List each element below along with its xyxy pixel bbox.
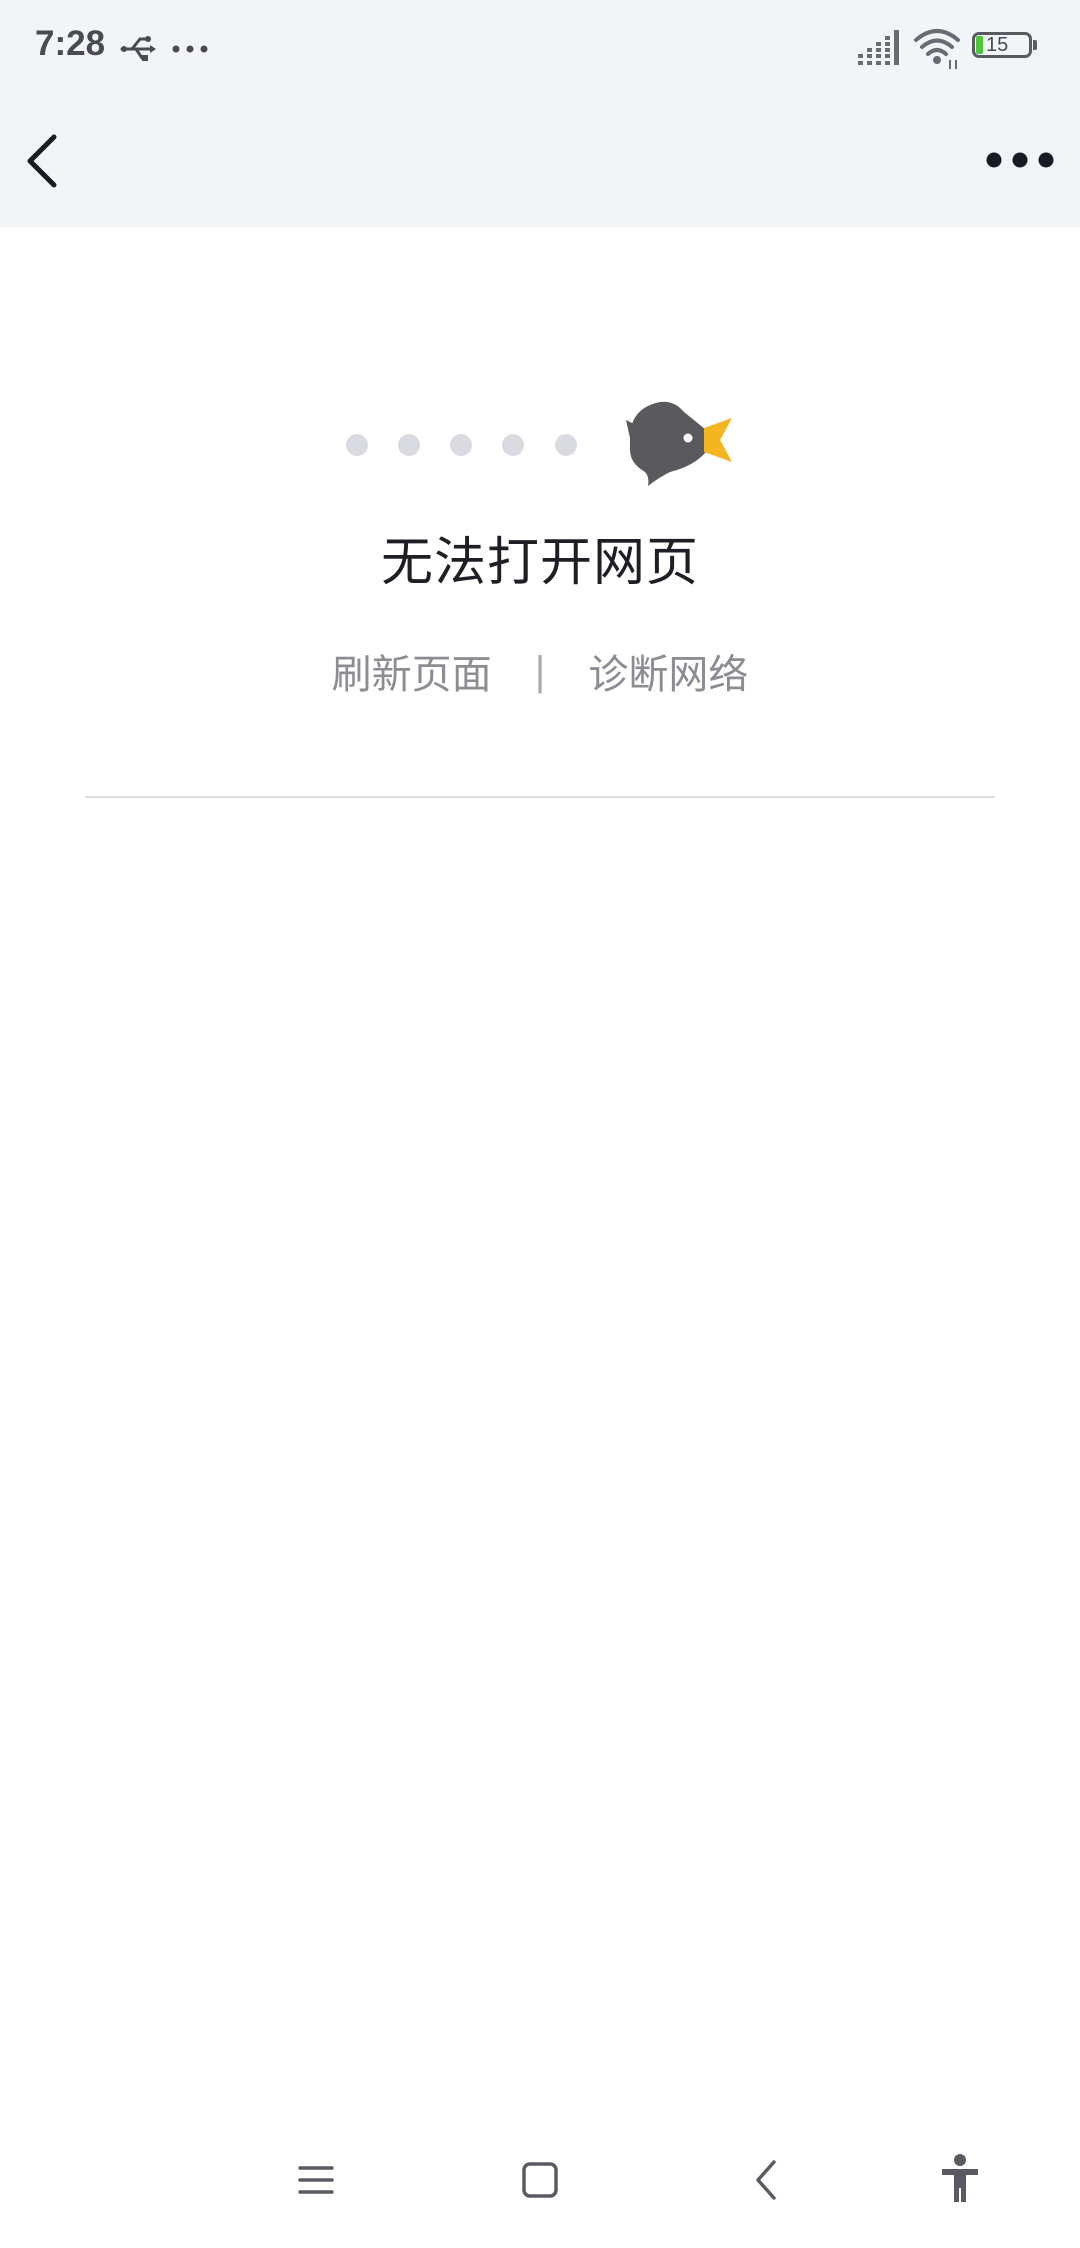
status-time: 7:28 (35, 24, 106, 63)
screen: 7:28 15 无法打开网页 刷新页面 | 诊断网络 (0, 0, 1080, 2248)
back-icon (756, 2160, 776, 2200)
system-back-button[interactable] (736, 2140, 796, 2220)
battery-level: 15 (986, 34, 1009, 56)
action-separator: | (533, 649, 547, 693)
more-status-icon (172, 45, 208, 53)
error-actions: 刷新页面 | 诊断网络 (0, 642, 1080, 702)
battery-icon: 15 (972, 32, 1038, 62)
error-title: 无法打开网页 (380, 533, 699, 593)
nav-bar (0, 96, 1080, 227)
usb-icon (120, 36, 156, 61)
signal-icon (858, 30, 899, 65)
accessibility-icon (942, 2154, 978, 2202)
status-bar: 7:28 15 (0, 0, 1080, 96)
wifi-icon (914, 29, 960, 69)
more-horizontal-icon (986, 152, 1054, 168)
loading-dots (346, 434, 577, 456)
refresh-page-link[interactable]: 刷新页面 (332, 642, 492, 700)
more-options-button[interactable] (984, 132, 1056, 188)
battery-fill (976, 36, 983, 54)
recent-apps-button[interactable] (286, 2140, 346, 2220)
divider (85, 796, 995, 798)
accessibility-button[interactable] (930, 2140, 990, 2220)
back-button[interactable] (16, 129, 80, 193)
error-illustration (346, 401, 732, 486)
home-icon (522, 2162, 558, 2198)
battery-cap (1033, 40, 1037, 50)
chevron-left-icon (27, 134, 57, 188)
menu-icon (298, 2166, 334, 2194)
home-button[interactable] (510, 2140, 570, 2220)
system-nav-bar (0, 2140, 1080, 2220)
diagnose-network-link[interactable]: 诊断网络 (588, 642, 748, 700)
bird-icon (626, 401, 732, 486)
